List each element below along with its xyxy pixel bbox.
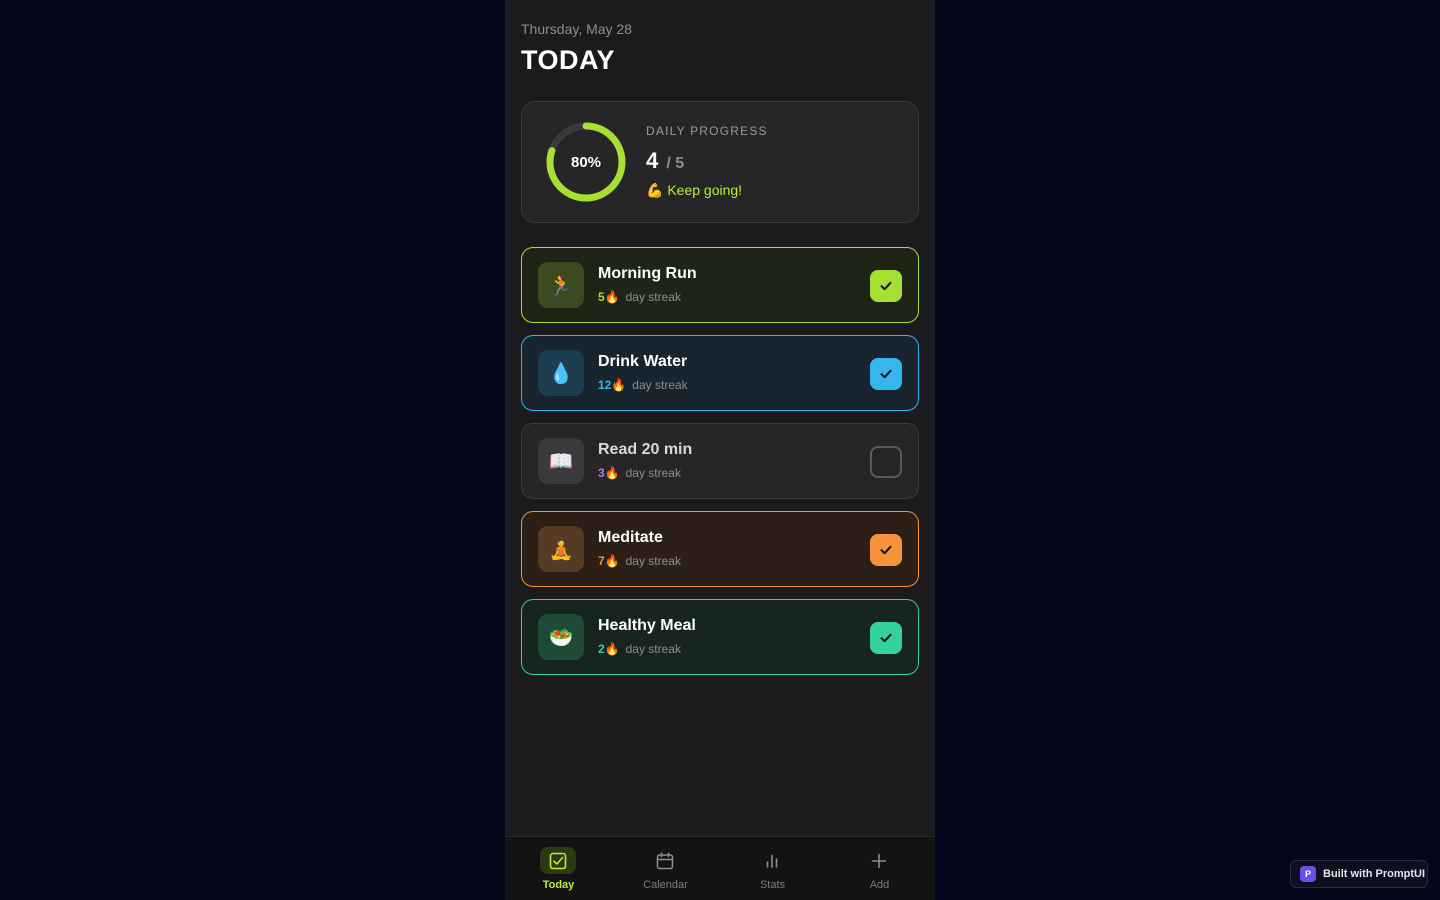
habit-checkbox[interactable] bbox=[870, 446, 902, 478]
nav-label: Add bbox=[869, 879, 890, 891]
streak-count: 5🔥 bbox=[598, 290, 620, 304]
streak-label: day streak bbox=[625, 290, 681, 304]
nav-label: Calendar bbox=[643, 879, 688, 891]
habit-checkbox[interactable] bbox=[870, 534, 902, 566]
badge-text: Built with PromptUI bbox=[1323, 868, 1426, 880]
habit-streak: 3🔥 day streak bbox=[598, 466, 681, 480]
checkmark-icon bbox=[880, 369, 892, 379]
habit-streak: 2🔥 day streak bbox=[598, 642, 681, 656]
habit-streak: 5🔥 day streak bbox=[598, 290, 681, 304]
nav-add[interactable]: Add bbox=[826, 837, 933, 900]
built-with-badge[interactable]: P Built with PromptUI bbox=[1290, 860, 1428, 888]
streak-count: 2🔥 bbox=[598, 642, 620, 656]
habit-card-read[interactable]: 📖 Read 20 min 3🔥 day streak bbox=[521, 423, 919, 499]
habit-name: Morning Run bbox=[598, 265, 697, 282]
checkmark-icon bbox=[880, 545, 892, 555]
progress-percent: 80% bbox=[570, 153, 602, 171]
nav-today[interactable]: Today bbox=[505, 837, 612, 900]
current-date: Thursday, May 28 bbox=[521, 21, 633, 37]
habit-name: Read 20 min bbox=[598, 441, 693, 458]
streak-label: day streak bbox=[625, 466, 681, 480]
habit-name: Meditate bbox=[598, 529, 663, 546]
daily-progress-card: 80% DAILY PROGRESS 4 / 5 💪 Keep going! bbox=[521, 101, 919, 223]
habit-streak: 12🔥 day streak bbox=[598, 378, 688, 392]
prompt-ui-logo-icon: P bbox=[1300, 866, 1316, 882]
nav-label: Today bbox=[542, 879, 575, 891]
nav-calendar[interactable]: Calendar bbox=[612, 837, 719, 900]
habit-card-morning-run[interactable]: 🏃 Morning Run 5🔥 day streak bbox=[521, 247, 919, 323]
water-drop-icon: 💧 bbox=[538, 350, 584, 396]
nav-label: Stats bbox=[759, 879, 786, 891]
habit-name: Healthy Meal bbox=[598, 617, 696, 634]
page-title: TODAY bbox=[521, 45, 616, 75]
streak-count: 3🔥 bbox=[598, 466, 620, 480]
progress-total: / 5 bbox=[666, 155, 685, 172]
salad-icon: 🥗 bbox=[538, 614, 584, 660]
book-icon: 📖 bbox=[538, 438, 584, 484]
habit-checkbox[interactable] bbox=[870, 358, 902, 390]
streak-label: day streak bbox=[632, 378, 688, 392]
progress-count: 4 / 5 bbox=[646, 148, 684, 174]
streak-label: day streak bbox=[625, 642, 681, 656]
app-screen: Thursday, May 28 TODAY 80% DAILY PROGRES… bbox=[505, 0, 935, 900]
habit-card-drink-water[interactable]: 💧 Drink Water 12🔥 day streak bbox=[521, 335, 919, 411]
bottom-nav: Today Calendar Stats Add bbox=[505, 836, 935, 900]
progress-ring: 80% bbox=[546, 122, 626, 202]
running-icon: 🏃 bbox=[538, 262, 584, 308]
habit-streak: 7🔥 day streak bbox=[598, 554, 681, 568]
progress-message: 💪 Keep going! bbox=[646, 182, 743, 198]
calendar-icon bbox=[647, 847, 683, 874]
checkmark-icon bbox=[880, 281, 892, 291]
habit-card-meditate[interactable]: 🧘 Meditate 7🔥 day streak bbox=[521, 511, 919, 587]
check-square-icon bbox=[540, 847, 576, 874]
streak-label: day streak bbox=[625, 554, 681, 568]
meditation-icon: 🧘 bbox=[538, 526, 584, 572]
streak-count: 12🔥 bbox=[598, 378, 627, 392]
habit-name: Drink Water bbox=[598, 353, 688, 370]
checkmark-icon bbox=[880, 633, 892, 643]
habit-checkbox[interactable] bbox=[870, 270, 902, 302]
plus-icon bbox=[861, 847, 897, 874]
bar-chart-icon bbox=[754, 847, 790, 874]
streak-count: 7🔥 bbox=[598, 554, 620, 568]
progress-done: 4 bbox=[646, 148, 659, 173]
progress-caption: DAILY PROGRESS bbox=[646, 124, 768, 138]
habit-checkbox[interactable] bbox=[870, 622, 902, 654]
nav-stats[interactable]: Stats bbox=[719, 837, 826, 900]
habit-card-healthy-meal[interactable]: 🥗 Healthy Meal 2🔥 day streak bbox=[521, 599, 919, 675]
